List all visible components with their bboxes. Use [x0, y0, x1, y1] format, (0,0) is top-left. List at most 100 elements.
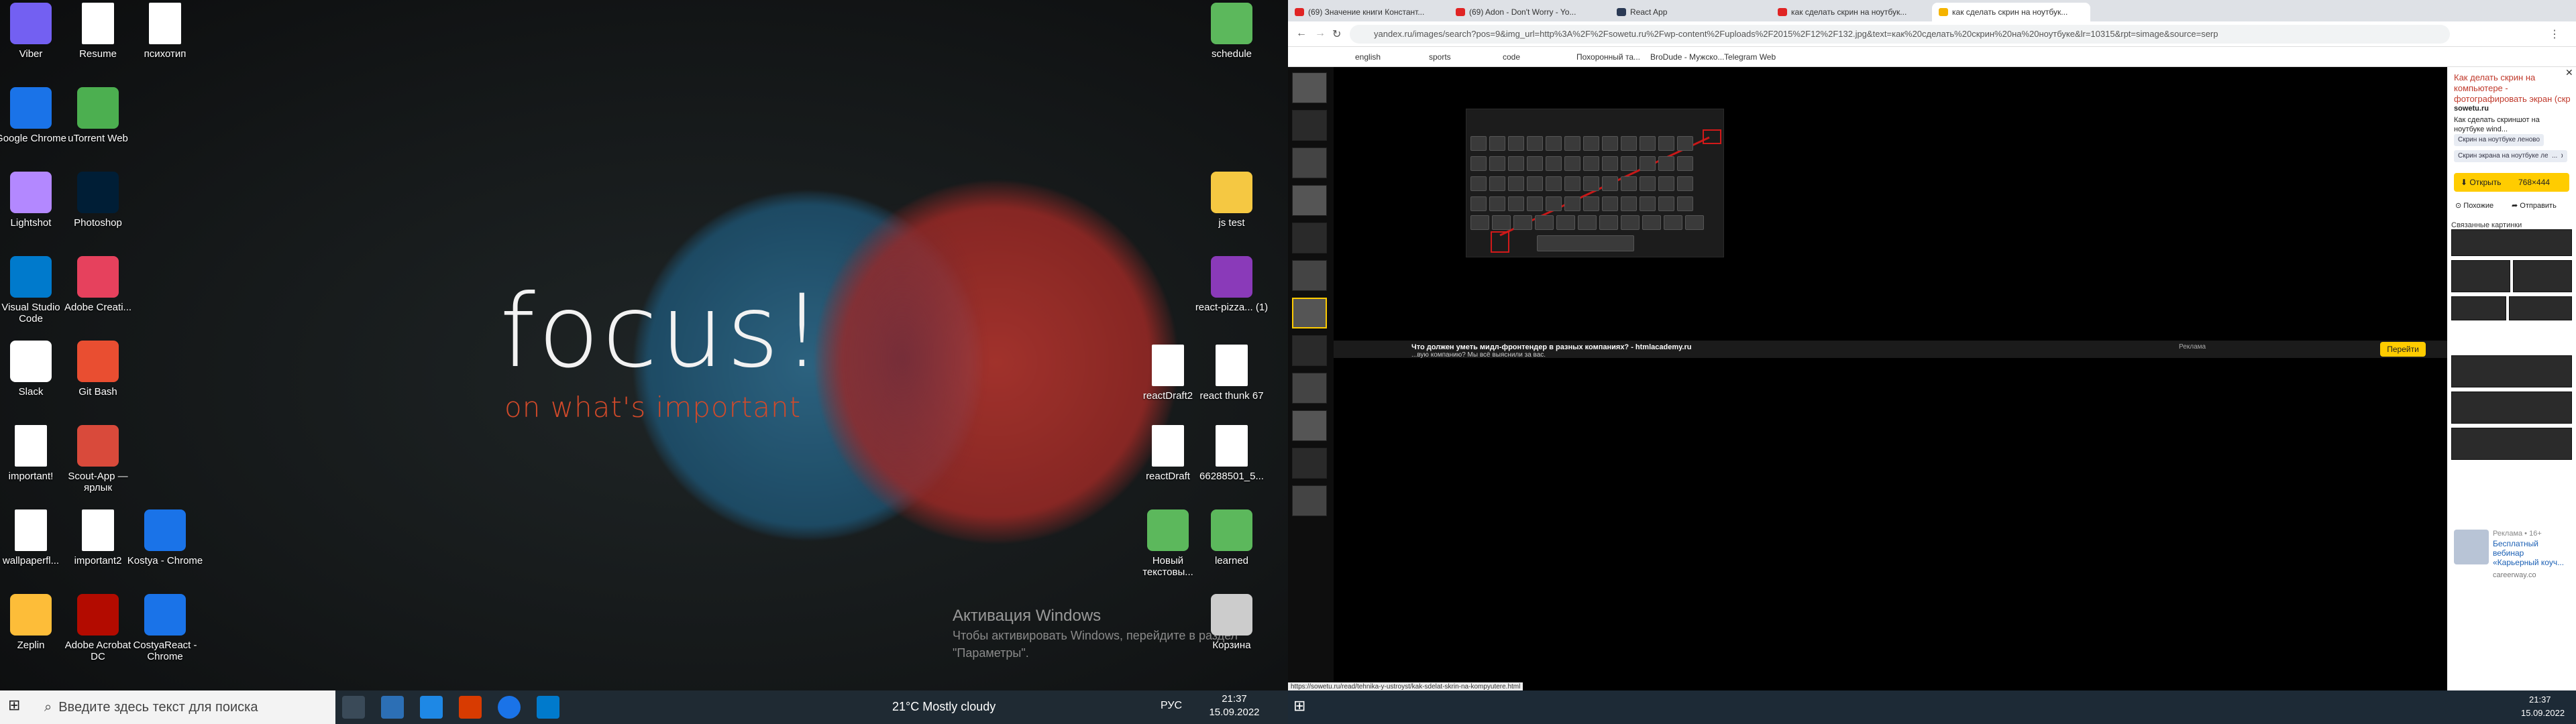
desktop-icon[interactable]: uTorrent Web: [58, 87, 138, 144]
bookmark-item[interactable]: BroDude - Мужско...: [1650, 52, 1724, 62]
image-thumbnail[interactable]: [1292, 335, 1327, 366]
browser-tab[interactable]: React App: [1610, 3, 1768, 21]
chip-lenovo[interactable]: Скрин на ноутбуке леново: [2454, 134, 2544, 146]
tab-favicon-icon: [1778, 8, 1787, 16]
keyboard-key: [1527, 156, 1543, 171]
result-site[interactable]: sowetu.ru: [2454, 105, 2489, 113]
desktop-icon[interactable]: Git Bash: [58, 341, 138, 398]
keyboard-key: [1508, 136, 1524, 151]
notification-go-button[interactable]: Перейти: [2380, 342, 2426, 357]
chrome-taskbar-icon[interactable]: [498, 696, 521, 719]
image-thumbnail[interactable]: [1292, 223, 1327, 253]
back-icon[interactable]: ←: [1296, 27, 1307, 40]
image-thumbnail[interactable]: [1292, 298, 1327, 328]
keyboard-key: [1489, 176, 1505, 191]
image-thumbnail[interactable]: [1292, 147, 1327, 178]
keyboard-key: [1599, 215, 1618, 230]
notification-title[interactable]: Что должен уметь мидл-фронтендер в разны…: [1411, 343, 1691, 351]
desktop-icon[interactable]: learned: [1191, 509, 1272, 566]
related-heading: Связанные картинки: [2451, 221, 2522, 229]
windows-start-icon[interactable]: ⊞: [1293, 697, 1305, 715]
related-image[interactable]: [2451, 355, 2572, 387]
bookmark-item[interactable]: english: [1355, 52, 1381, 62]
similar-button[interactable]: ⊙ Похожие: [2455, 201, 2493, 210]
clock-time[interactable]: 21:37: [1204, 693, 1265, 705]
image-thumbnail[interactable]: [1292, 185, 1327, 216]
desktop-icon[interactable]: Корзина: [1191, 594, 1272, 651]
related-image[interactable]: [2509, 296, 2572, 320]
desktop-icon[interactable]: 66288501_5...: [1191, 425, 1272, 482]
keyboard-key: [1489, 196, 1505, 211]
taskbar-search[interactable]: ⊞ ⌕ Введите здесь текст для поиска: [0, 690, 335, 724]
desktop-icon-label: react-pizza... (1): [1195, 302, 1269, 313]
forward-icon[interactable]: →: [1315, 27, 1326, 40]
docx-icon: [1152, 345, 1184, 386]
right-browser-screen: (69) Значение книги Констант... (69) Adon…: [1288, 0, 2576, 724]
desktop-icon[interactable]: Scout-App — ярлык: [58, 425, 138, 493]
search-icon: ⌕: [44, 699, 52, 715]
chip-more[interactable]: ...: [2548, 150, 2562, 162]
keyboard-key: [1602, 136, 1618, 151]
edge-icon[interactable]: [420, 696, 443, 719]
vscode-taskbar-icon[interactable]: [537, 696, 559, 719]
image-thumbnail[interactable]: [1292, 260, 1327, 291]
reload-icon[interactable]: ↻: [1332, 27, 1341, 41]
desktop-icon[interactable]: react thunk 67: [1191, 345, 1272, 402]
open-button[interactable]: ⬇ Открыть 768×444: [2454, 173, 2569, 192]
ad-title[interactable]: Бесплатный вебинар «Карьерный коуч...: [2493, 539, 2567, 567]
image-thumbnail[interactable]: [1292, 72, 1327, 103]
related-image[interactable]: [2451, 296, 2506, 320]
menu-icon[interactable]: ⋮: [2549, 27, 2560, 41]
desktop-icon[interactable]: психотип: [125, 3, 205, 60]
wallpaper-subtitle: on what's important: [504, 391, 802, 424]
browser-tab[interactable]: как сделать скрин на ноутбук...: [1932, 3, 2090, 21]
address-bar[interactable]: yandex.ru/images/search?pos=9&img_url=ht…: [1350, 25, 2450, 44]
keyboard-key: [1470, 136, 1487, 151]
image-thumbnail[interactable]: [1292, 410, 1327, 441]
related-image[interactable]: [2451, 260, 2510, 292]
related-image[interactable]: [2451, 229, 2572, 256]
image-thumbnail[interactable]: [1292, 485, 1327, 516]
image-thumbnail[interactable]: [1292, 448, 1327, 479]
desktop-icon[interactable]: Kostya - Chrome: [125, 509, 205, 566]
bookmark-item[interactable]: Telegram Web: [1724, 52, 1776, 62]
weather-text[interactable]: 21°C Mostly cloudy: [892, 700, 996, 714]
right-clock-date[interactable]: 15.09.2022: [2521, 708, 2565, 718]
browser-tab[interactable]: (69) Значение книги Констант...: [1288, 3, 1446, 21]
desktop-icon[interactable]: Adobe Creati...: [58, 256, 138, 313]
keyboard-key: [1508, 156, 1524, 171]
windows-start-icon[interactable]: ⊞: [8, 697, 35, 718]
browser-tab[interactable]: (69) Adon - Don't Worry - Yo...: [1449, 3, 1607, 21]
share-button[interactable]: ➦ Отправить: [2512, 201, 2557, 210]
task-view-icon[interactable]: [342, 696, 365, 719]
language-indicator[interactable]: РУС: [1161, 700, 1182, 712]
keyboard-image[interactable]: [1466, 109, 1724, 257]
file-explorer-icon[interactable]: [381, 696, 404, 719]
image-thumbnail[interactable]: [1292, 373, 1327, 404]
desktop-icon[interactable]: CostyaReact - Chrome: [125, 594, 205, 662]
related-image[interactable]: [2513, 260, 2572, 292]
result-title[interactable]: Как делать скрин на компьютере - фотогра…: [2454, 72, 2571, 105]
keyboard-key: [1621, 196, 1637, 211]
clock-date[interactable]: 15.09.2022: [1204, 707, 1265, 718]
desktop-icon[interactable]: schedule: [1191, 3, 1272, 60]
image-thumbnail[interactable]: [1292, 110, 1327, 141]
spacebar-key: [1537, 235, 1634, 251]
related-image[interactable]: [2451, 391, 2572, 424]
bookmark-item[interactable]: sports: [1429, 52, 1451, 62]
office-icon[interactable]: [459, 696, 482, 719]
desktop-icon-label: психотип: [144, 48, 186, 60]
related-image[interactable]: [2451, 428, 2572, 460]
desktop-icon[interactable]: js test: [1191, 172, 1272, 229]
keyboard-key: [1583, 156, 1599, 171]
desktop-icon[interactable]: Photoshop: [58, 172, 138, 229]
bookmark-item[interactable]: code: [1503, 52, 1520, 62]
keyboard-key: [1564, 136, 1580, 151]
desktop-icon-label: Photoshop: [74, 217, 122, 229]
scout-app-icon: [77, 425, 119, 467]
desktop-icon-label: Корзина: [1212, 640, 1251, 651]
browser-tab[interactable]: как сделать скрин на ноутбук...: [1771, 3, 1929, 21]
desktop-icon[interactable]: react-pizza... (1): [1191, 256, 1272, 313]
right-clock-time[interactable]: 21:37: [2529, 695, 2551, 705]
bookmark-item[interactable]: Похоронный та...: [1576, 52, 1640, 62]
